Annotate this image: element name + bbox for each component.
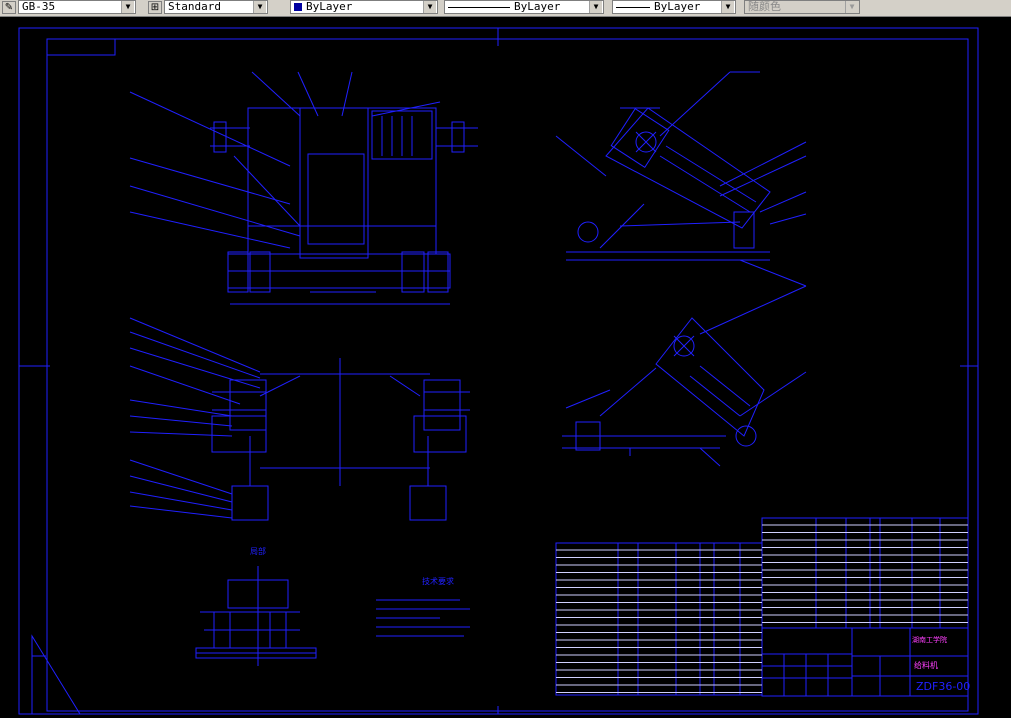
tech-requirements — [376, 599, 470, 637]
color-combo[interactable]: ByLayer ▼ — [290, 0, 438, 14]
dim-style-icon[interactable]: ⊞ — [148, 0, 162, 14]
inner-border — [46, 38, 969, 712]
plotstyle-value: 随颜色 — [748, 0, 781, 13]
dim-style-value: Standard — [168, 0, 221, 13]
plotstyle-group: 随颜色 ▼ — [744, 0, 860, 14]
text-style-icon[interactable]: ✎ — [2, 0, 16, 14]
lineweight-combo[interactable]: ByLayer ▼ — [612, 0, 736, 14]
chevron-down-icon[interactable]: ▼ — [423, 1, 436, 13]
color-value: ByLayer — [306, 0, 353, 13]
parts-list-left — [555, 542, 763, 696]
lineweight-sample — [616, 6, 650, 8]
chevron-down-icon[interactable]: ▼ — [721, 1, 734, 13]
linetype-sample — [448, 6, 510, 8]
parts-list-right — [761, 517, 969, 629]
detail-label: 局部 — [250, 546, 266, 556]
title-block-company: 湖南工学院 — [912, 635, 947, 644]
side-view — [555, 71, 807, 287]
linetype-value: ByLayer — [514, 0, 561, 13]
drawing-number: ZDF36-00 — [916, 680, 970, 693]
lineweight-group: ByLayer ▼ — [612, 0, 736, 14]
tech-requirements-title: 技术要求 — [422, 576, 454, 586]
chevron-down-icon[interactable]: ▼ — [589, 1, 602, 13]
drawing-canvas[interactable]: 技术要求 局部 湖南工学院 给料机 ZDF36-00 — [0, 16, 1011, 718]
color-swatch — [294, 3, 302, 11]
text-style-combo[interactable]: GB-35 ▼ — [18, 0, 136, 14]
detail-view — [195, 566, 317, 666]
text-style-group: ✎ GB-35 ▼ — [2, 0, 136, 14]
title-block-name: 给料机 — [914, 660, 938, 670]
top-view — [129, 317, 470, 521]
ucs-icon — [31, 634, 81, 715]
properties-toolbar: ✎ GB-35 ▼ ⊞ Standard ▼ ByLayer ▼ ByLayer… — [0, 0, 1011, 17]
linetype-group: ByLayer ▼ — [444, 0, 604, 14]
dim-style-group: ⊞ Standard ▼ — [148, 0, 268, 14]
dim-style-combo[interactable]: Standard ▼ — [164, 0, 268, 14]
front-view — [129, 71, 478, 305]
chevron-down-icon[interactable]: ▼ — [845, 1, 858, 13]
plotstyle-combo[interactable]: 随颜色 ▼ — [744, 0, 860, 14]
corner-label-box — [46, 38, 116, 56]
lineweight-value: ByLayer — [654, 0, 701, 13]
outer-border — [18, 27, 979, 715]
color-group: ByLayer ▼ — [290, 0, 438, 14]
text-style-value: GB-35 — [22, 0, 56, 13]
section-view — [562, 285, 807, 467]
chevron-down-icon[interactable]: ▼ — [253, 1, 266, 13]
chevron-down-icon[interactable]: ▼ — [121, 1, 134, 13]
linetype-combo[interactable]: ByLayer ▼ — [444, 0, 604, 14]
